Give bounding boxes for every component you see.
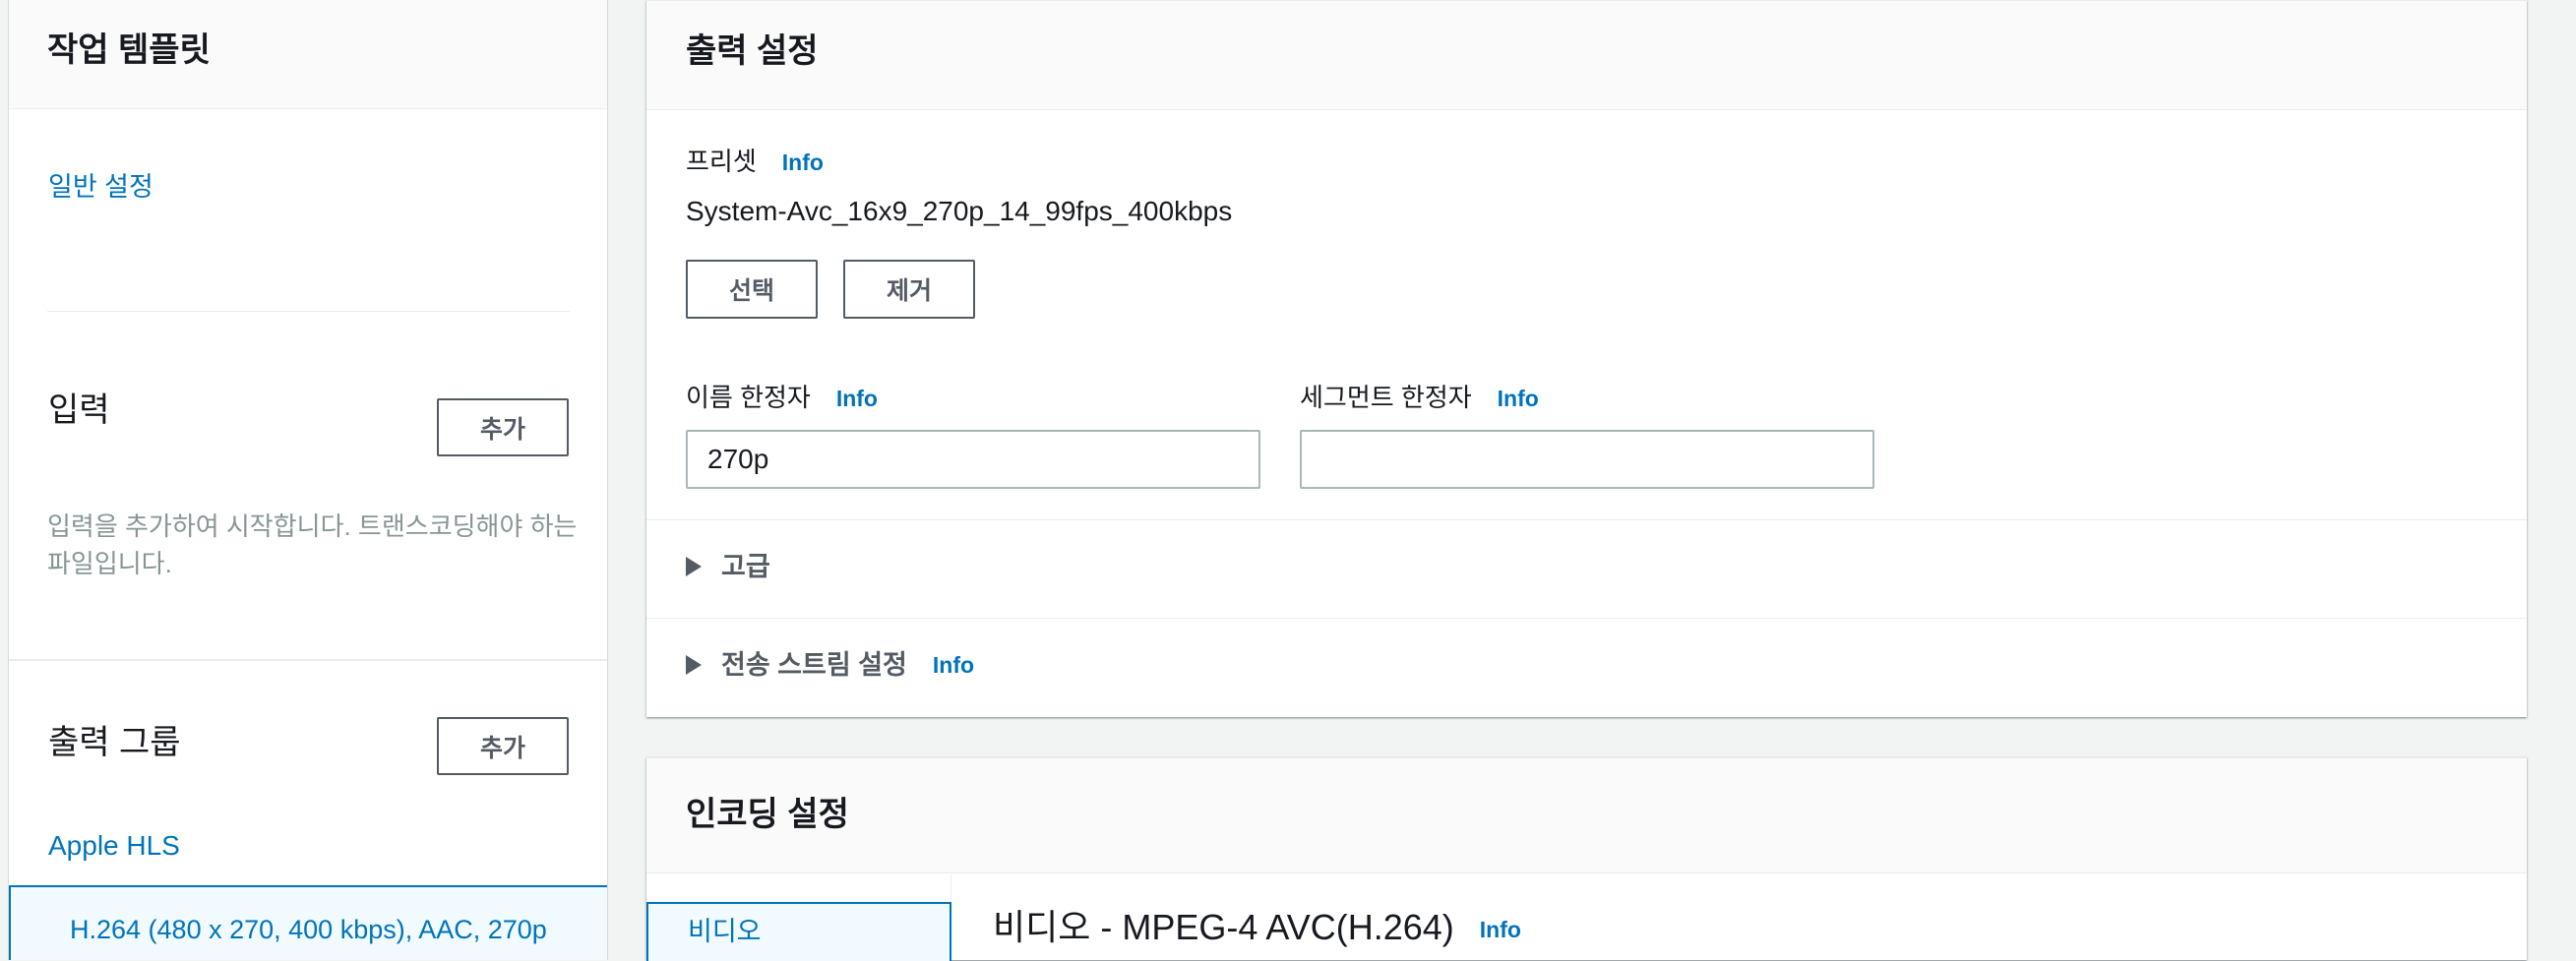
job-template-title: 작업 템플릿 <box>47 31 211 69</box>
caret-right-icon <box>686 557 702 576</box>
inputs-help-text: 입력을 추가하여 시작합니다. 트랜스코딩해야 하는 파일입니다. <box>47 511 578 578</box>
add-input-button[interactable]: 추가 <box>437 398 569 456</box>
name-modifier-input[interactable] <box>686 430 1260 489</box>
name-modifier-info-link[interactable]: Info <box>836 386 878 411</box>
video-codec-title: 비디오 - MPEG-4 AVC(H.264) <box>993 907 1454 947</box>
tab-video[interactable]: 비디오 <box>646 902 951 961</box>
output-item-selected[interactable]: H.264 (480 x 270, 400 kbps), AAC, 270p <box>9 885 607 960</box>
preset-label: 프리셋 <box>686 147 757 176</box>
video-codec-heading: 비디오 - MPEG-4 AVC(H.264) Info <box>993 906 1521 951</box>
segment-modifier-label: 세그먼트 한정자 <box>1300 383 1472 412</box>
caret-right-icon <box>686 655 702 675</box>
output-settings-title: 출력 설정 <box>686 32 819 70</box>
advanced-expander[interactable]: 고급 <box>686 549 770 584</box>
encoding-settings-header <box>646 758 2527 873</box>
preset-value: System-Avc_16x9_270p_14_99fps_400kbps <box>686 196 1233 226</box>
output-group-apple-hls-link[interactable]: Apple HLS <box>48 828 180 864</box>
preset-field-label: 프리셋 Info <box>686 145 824 179</box>
segment-modifier-info-link[interactable]: Info <box>1498 386 1539 411</box>
add-output-group-button[interactable]: 추가 <box>437 717 569 775</box>
transport-stream-label: 전송 스트림 설정 <box>721 650 907 680</box>
sidebar-divider <box>9 659 607 661</box>
general-settings-link[interactable]: 일반 설정 <box>48 169 153 205</box>
choose-preset-button[interactable]: 선택 <box>686 260 818 319</box>
advanced-label: 고급 <box>721 552 770 581</box>
preset-info-link[interactable]: Info <box>782 150 824 175</box>
output-groups-heading: 출력 그룹 <box>48 724 181 761</box>
name-modifier-field-label: 이름 한정자 Info <box>686 381 878 415</box>
encoding-settings-card: 인코딩 설정 비디오 비디오 - MPEG-4 AVC(H.264) Info <box>646 757 2527 961</box>
inputs-heading: 입력 <box>48 391 110 429</box>
transport-stream-info-link[interactable]: Info <box>933 652 974 679</box>
sidebar-divider <box>47 311 570 312</box>
segment-modifier-field-label: 세그먼트 한정자 Info <box>1300 381 1539 415</box>
remove-preset-button[interactable]: 제거 <box>843 260 975 319</box>
output-settings-header <box>646 1 2527 110</box>
segment-modifier-input[interactable] <box>1300 430 1874 489</box>
job-template-panel: 작업 템플릿 일반 설정 입력 추가 입력을 추가하여 시작합니다. 트랜스코딩… <box>8 0 608 960</box>
name-modifier-label: 이름 한정자 <box>686 383 811 412</box>
section-divider <box>646 519 2527 520</box>
encoding-settings-title: 인코딩 설정 <box>686 796 849 833</box>
output-settings-card: 출력 설정 프리셋 Info System-Avc_16x9_270p_14_99… <box>646 0 2527 717</box>
section-divider <box>646 618 2527 619</box>
transport-stream-expander[interactable]: 전송 스트림 설정 Info <box>686 647 974 683</box>
video-codec-info-link[interactable]: Info <box>1480 917 1521 942</box>
